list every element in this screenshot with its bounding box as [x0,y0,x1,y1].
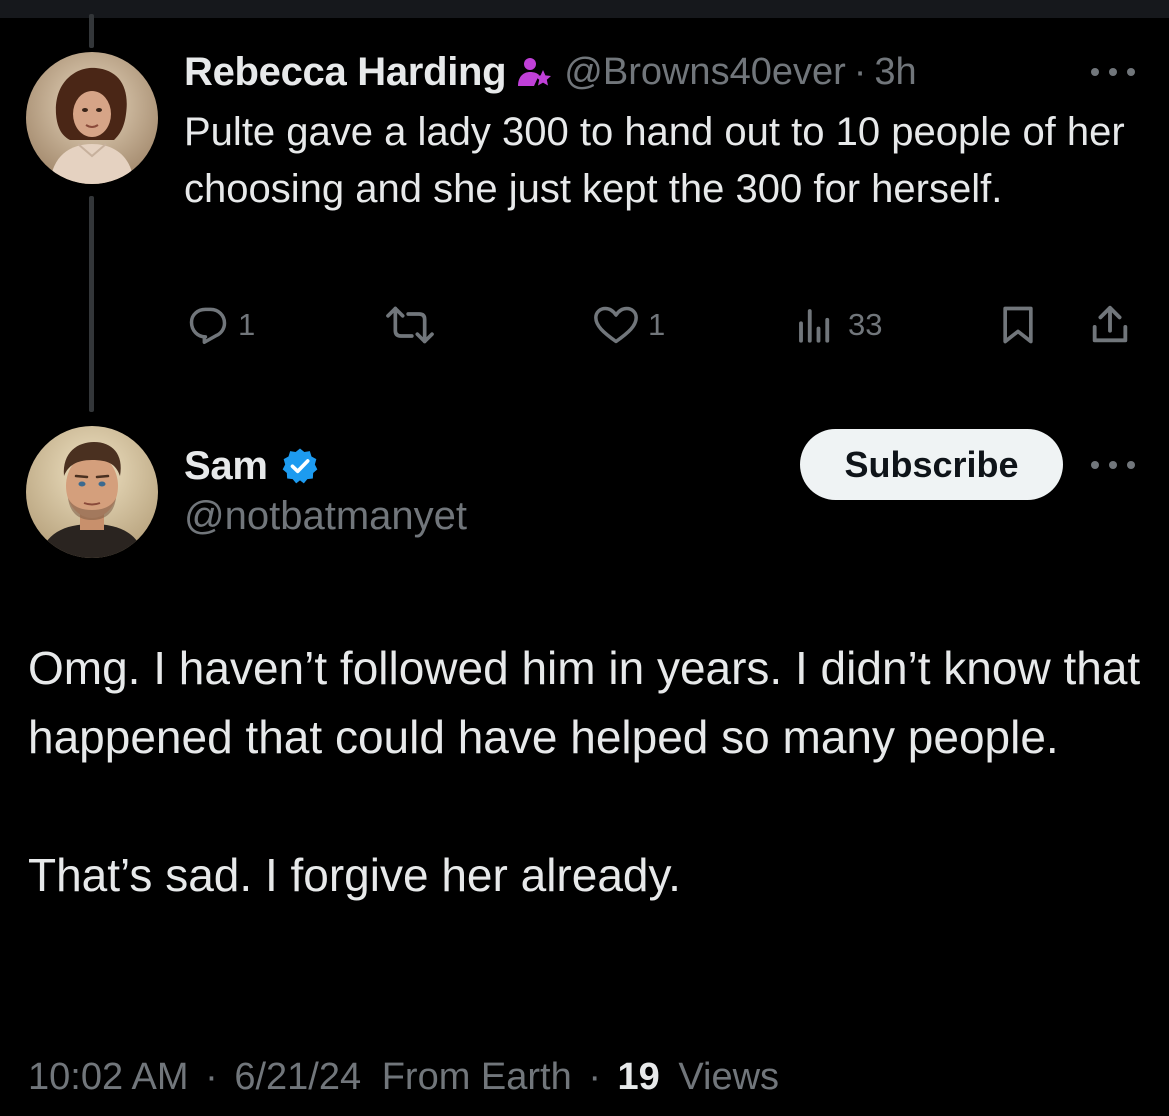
top-bar [0,0,1169,18]
reply-display-name[interactable]: Rebecca Harding [184,50,507,95]
post-paragraph-1: Omg. I haven’t followed him in years. I … [28,642,1141,763]
thread-line-top [89,14,94,48]
reply-count: 1 [238,307,256,342]
post-more-icon[interactable] [1091,459,1135,471]
meta-separator-1: · [205,1056,218,1098]
post-display-name[interactable]: Sam [184,444,268,489]
reply-header: Rebecca Harding @Browns40ever · 3h [184,46,917,98]
avatar-rebecca[interactable] [26,52,158,184]
post-time[interactable]: 10:02 AM [28,1056,189,1098]
meta-separator-2: · [588,1056,601,1098]
share-icon [1092,305,1128,343]
more-icon[interactable] [1091,66,1135,78]
post-text: Omg. I haven’t followed him in years. I … [28,634,1148,910]
avatar-sam[interactable] [26,426,158,558]
share-action[interactable] [1087,300,1133,350]
views-action[interactable]: 33 [794,300,882,350]
views-count: 33 [848,307,883,342]
reply-handle[interactable]: @Browns40ever [564,51,845,94]
reply-text: Pulte gave a lady 300 to hand out to 10 … [184,110,1125,211]
bookmark-icon [1003,306,1033,344]
verified-badge-icon [280,446,320,486]
post-location: From Earth [381,1056,572,1098]
post-handle[interactable]: @notbatmanyet [184,494,467,539]
thread-line [89,196,94,412]
views-icon [799,309,830,343]
repost-icon [386,306,434,344]
reply-time[interactable]: 3h [874,51,916,94]
post-views-label: Views [678,1056,780,1098]
reply-action[interactable]: 1 [186,300,255,350]
like-icon [594,306,638,344]
like-count: 1 [648,307,666,342]
like-action[interactable]: 1 [592,300,665,350]
post-meta: 10:02 AM · 6/21/24 From Earth · 19 Views [28,1056,779,1099]
reply-icon [189,307,227,344]
post-date[interactable]: 6/21/24 [234,1056,361,1098]
post-paragraph-2: That’s sad. I forgive her already. [28,849,681,901]
reply-separator: · [853,50,867,93]
post-views-count[interactable]: 19 [618,1056,660,1098]
post-name-row: Sam [184,438,320,494]
subscribe-button[interactable]: Subscribe [800,429,1063,500]
bookmark-action[interactable] [998,300,1038,350]
parody-badge-icon [516,54,552,90]
repost-action[interactable] [384,300,436,350]
